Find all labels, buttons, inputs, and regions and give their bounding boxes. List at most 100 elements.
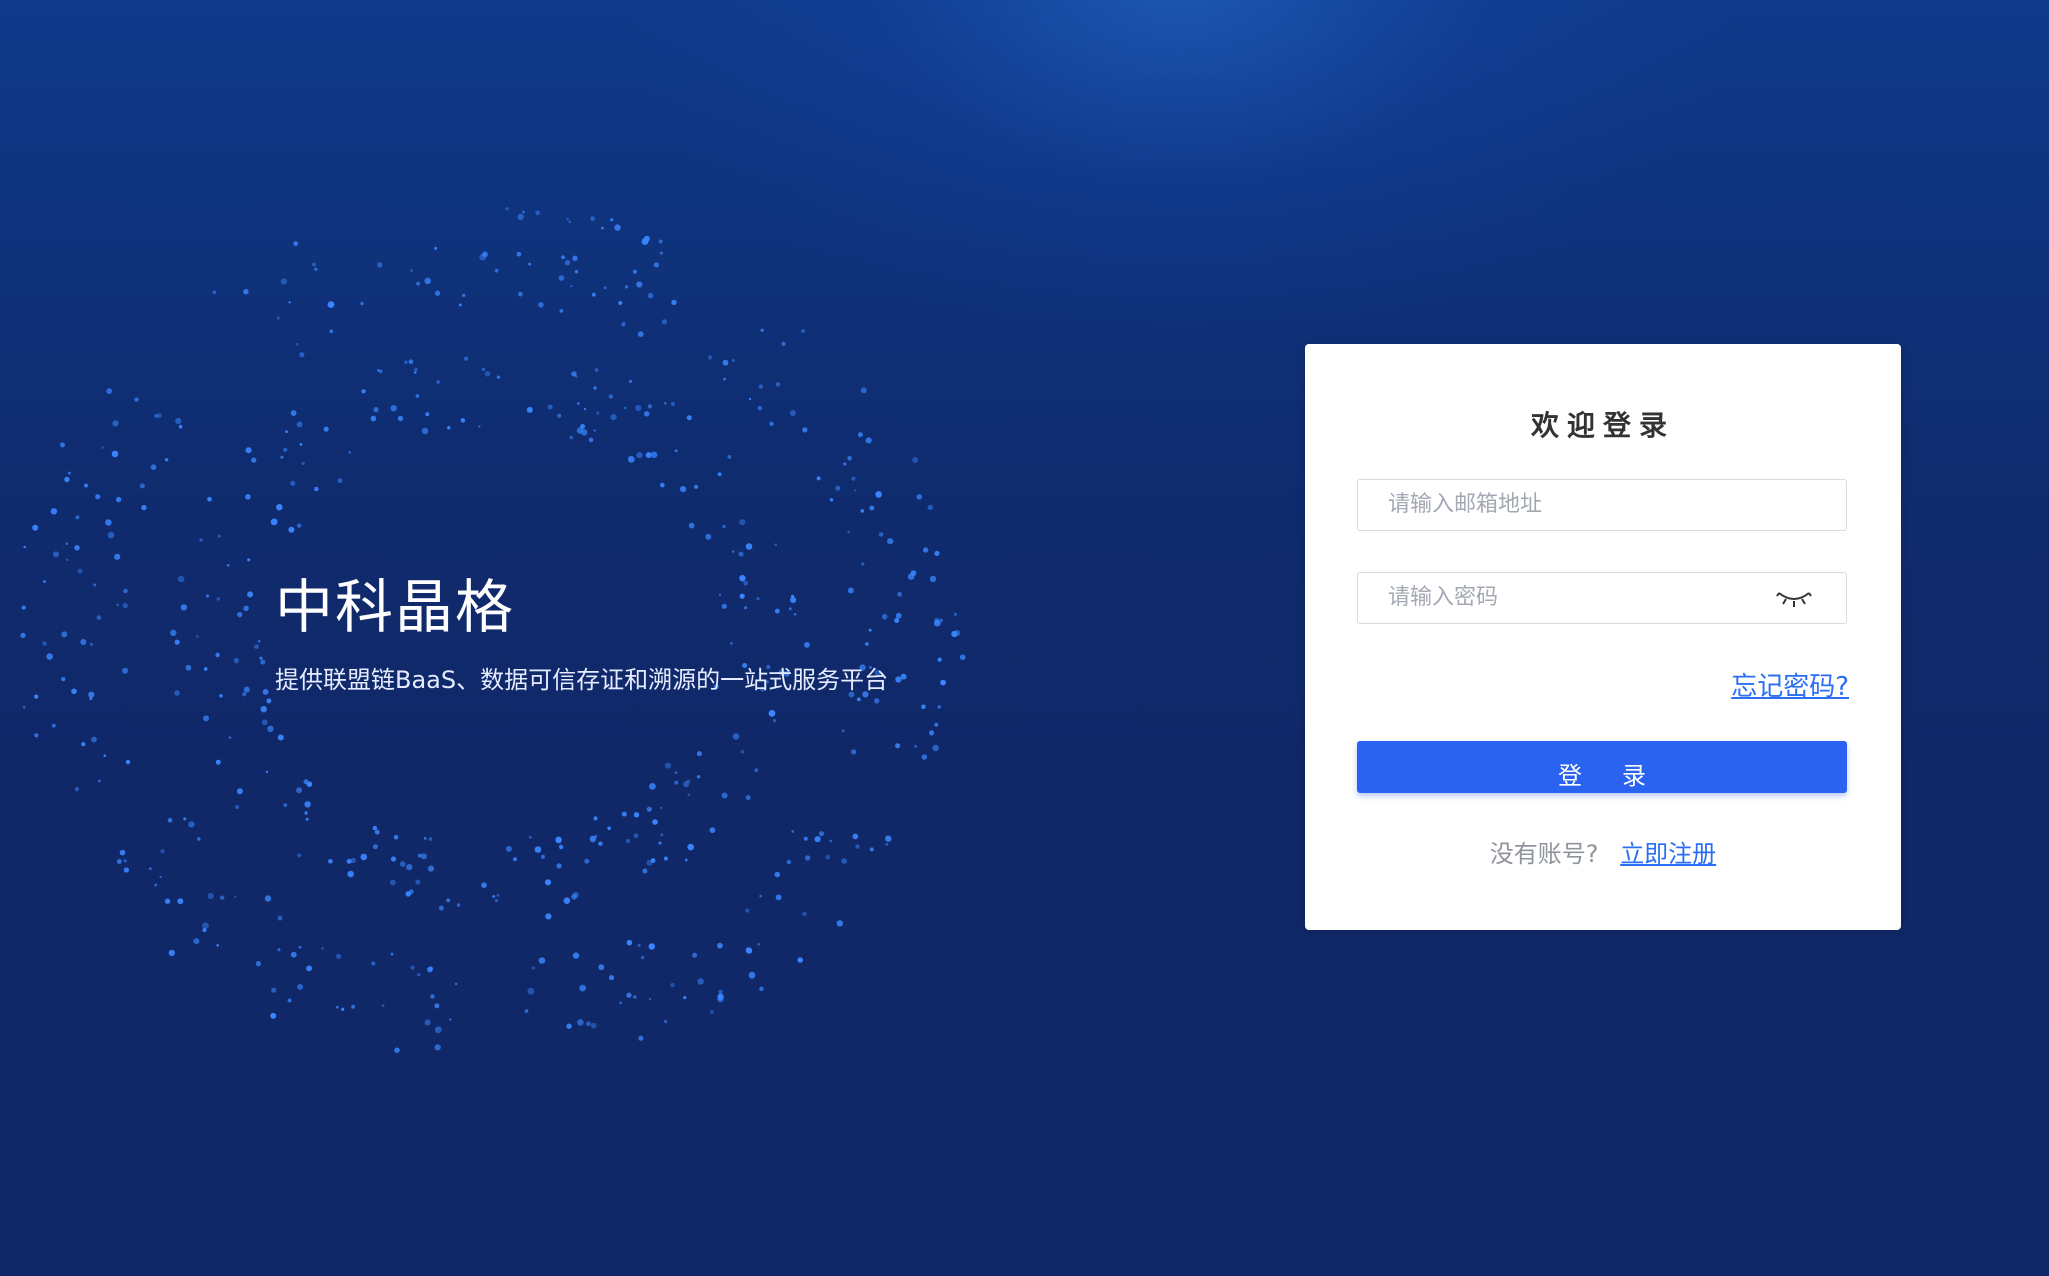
globe-dot xyxy=(646,859,653,866)
globe-dot xyxy=(243,686,250,693)
globe-dot xyxy=(608,394,613,399)
globe-dot xyxy=(601,226,604,230)
globe-dot xyxy=(522,210,525,214)
globe-dot xyxy=(270,1012,277,1019)
globe-dot xyxy=(745,947,753,954)
globe-dot xyxy=(413,367,418,372)
globe-dot xyxy=(360,301,364,306)
globe-dot xyxy=(557,413,562,418)
globe-dot xyxy=(769,421,774,426)
globe-dot xyxy=(393,835,399,840)
globe-dot xyxy=(96,615,102,620)
globe-dot xyxy=(193,938,200,945)
globe-dot xyxy=(20,632,26,639)
globe-dot xyxy=(851,476,856,481)
globe-dot xyxy=(428,966,433,971)
register-link[interactable]: 立即注册 xyxy=(1620,840,1716,868)
globe-dot xyxy=(328,859,333,864)
globe-dot xyxy=(754,768,759,773)
globe-dot xyxy=(855,844,860,849)
globe-dot xyxy=(575,375,578,378)
globe-dot xyxy=(759,894,763,898)
globe-dot xyxy=(337,478,343,483)
globe-dot xyxy=(705,533,712,540)
globe-dot xyxy=(638,1035,644,1041)
globe-dot xyxy=(717,993,724,1000)
globe-dot xyxy=(914,744,918,749)
globe-dot xyxy=(535,210,540,216)
globe-dot xyxy=(593,386,597,390)
globe-dot xyxy=(674,780,679,785)
globe-dot xyxy=(745,908,750,913)
globe-dot xyxy=(900,673,907,680)
globe-dot xyxy=(875,491,882,498)
globe-dot xyxy=(404,360,408,365)
globe-dot xyxy=(259,656,263,660)
globe-dot xyxy=(42,641,47,646)
globe-dot xyxy=(518,291,523,297)
globe-dot xyxy=(878,532,884,537)
globe-dot xyxy=(648,943,655,950)
email-input[interactable] xyxy=(1358,480,1768,528)
globe-dot xyxy=(836,920,843,927)
globe-dot xyxy=(835,485,841,491)
globe-dot xyxy=(538,957,546,964)
globe-dot xyxy=(114,553,121,560)
globe-dot xyxy=(421,427,429,435)
globe-dot xyxy=(686,415,692,421)
globe-dot xyxy=(626,992,632,998)
globe-dot xyxy=(740,749,745,754)
globe-dot xyxy=(415,394,420,398)
globe-dot xyxy=(555,836,562,844)
globe-dot xyxy=(216,944,219,947)
globe-dot xyxy=(934,722,939,727)
globe-dot xyxy=(593,816,598,821)
globe-dot xyxy=(394,1047,400,1053)
globe-dot xyxy=(596,411,600,415)
globe-dot xyxy=(397,415,404,422)
globe-dot xyxy=(637,943,641,948)
globe-dot xyxy=(683,996,687,1000)
globe-dot xyxy=(64,476,70,483)
globe-dot xyxy=(591,292,596,297)
globe-dot xyxy=(122,667,129,674)
globe-dot xyxy=(236,788,243,795)
globe-dot xyxy=(598,964,605,971)
globe-dot xyxy=(174,639,180,645)
login-button[interactable]: 登录 xyxy=(1357,741,1847,793)
globe-dot xyxy=(653,262,660,268)
globe-dot xyxy=(580,424,586,429)
globe-dot xyxy=(68,471,71,475)
globe-dot xyxy=(646,806,652,812)
globe-dot xyxy=(861,562,865,566)
globe-dot xyxy=(314,267,318,271)
globe-dot xyxy=(717,942,723,949)
globe-dot xyxy=(360,853,368,861)
globe-dot xyxy=(887,538,894,545)
globe-dot xyxy=(649,783,656,790)
globe-dot xyxy=(745,543,753,550)
forgot-password-link[interactable]: 忘记密码? xyxy=(1731,666,1849,703)
password-input[interactable] xyxy=(1358,573,1768,621)
globe-dot xyxy=(335,1005,339,1009)
globe-dot xyxy=(696,775,701,779)
globe-dot xyxy=(566,1023,572,1029)
globe-dot xyxy=(168,949,175,957)
globe-dot xyxy=(531,966,535,970)
globe-dot xyxy=(206,594,209,598)
globe-dot xyxy=(652,819,658,825)
globe-dot xyxy=(847,530,850,534)
globe-dot xyxy=(953,612,958,616)
globe-dot xyxy=(164,898,171,904)
globe-dot xyxy=(664,762,672,769)
eye-closed-icon[interactable] xyxy=(1776,587,1812,609)
globe-dot xyxy=(937,657,942,662)
globe-dot xyxy=(430,994,435,999)
globe-dot xyxy=(406,863,413,871)
globe-dot xyxy=(857,432,863,438)
globe-dot xyxy=(203,667,208,671)
globe-dot xyxy=(603,286,607,290)
globe-dot xyxy=(688,522,695,529)
globe-dot xyxy=(564,260,571,266)
globe-dot xyxy=(803,836,808,841)
